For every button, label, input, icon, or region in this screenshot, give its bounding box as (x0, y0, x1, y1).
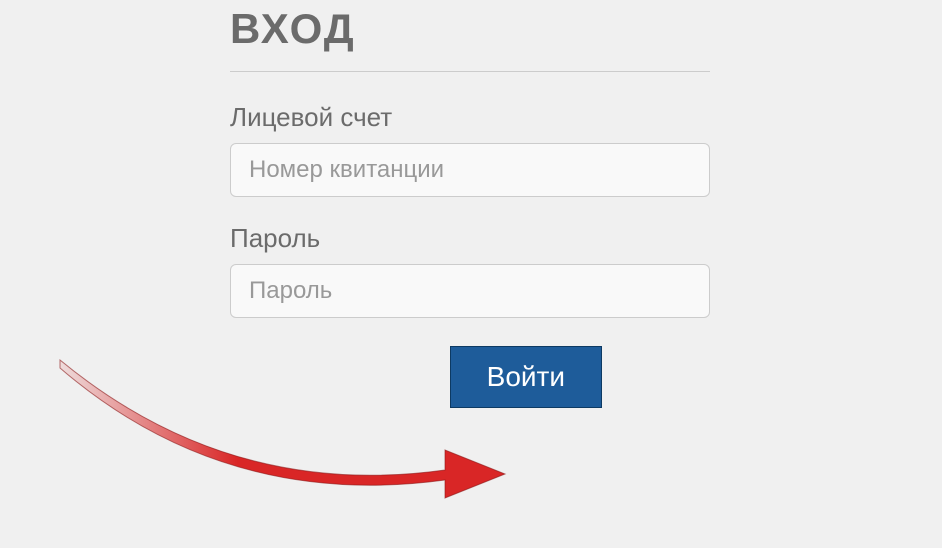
button-row: Войти (230, 346, 710, 408)
page-title: ВХОД (230, 5, 710, 71)
password-input[interactable] (230, 264, 710, 318)
account-field-group: Лицевой счет (230, 102, 710, 197)
password-field-group: Пароль (230, 223, 710, 318)
login-button[interactable]: Войти (450, 346, 602, 408)
password-label: Пароль (230, 223, 710, 254)
account-label: Лицевой счет (230, 102, 710, 133)
divider (230, 71, 710, 72)
login-form: ВХОД Лицевой счет Пароль Войти (230, 5, 710, 408)
account-input[interactable] (230, 143, 710, 197)
